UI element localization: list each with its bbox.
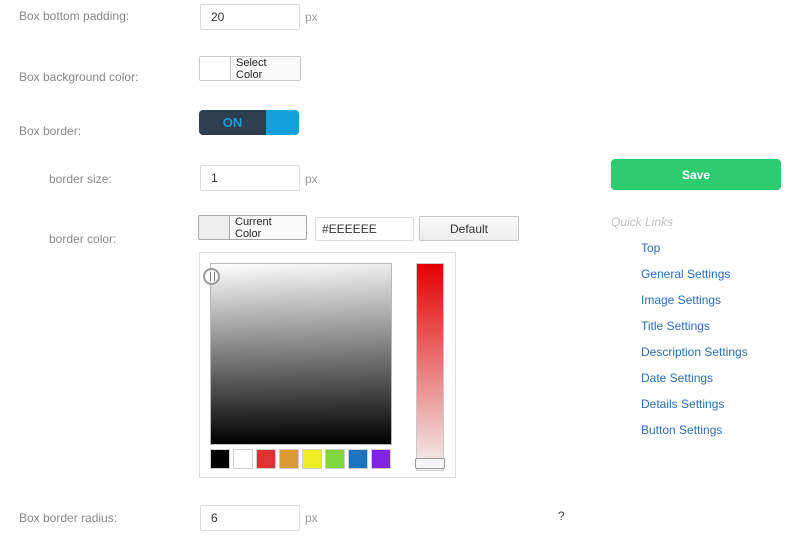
palette-swatch-yellow[interactable] <box>302 449 322 469</box>
palette-swatch-white[interactable] <box>233 449 253 469</box>
current-color-button[interactable]: Current Color <box>198 215 307 240</box>
border-size-input[interactable] <box>200 165 300 191</box>
quick-link-date-settings[interactable]: Date Settings <box>641 371 713 385</box>
box-border-radius-input[interactable] <box>200 505 300 531</box>
palette-swatch-orange[interactable] <box>279 449 299 469</box>
border-color-label: border color: <box>49 232 117 246</box>
box-border-toggle[interactable]: ON <box>199 110 299 135</box>
hue-slider-handle[interactable] <box>415 458 445 469</box>
box-border-label: Box border: <box>19 124 82 138</box>
quick-links-title: Quick Links <box>611 215 674 229</box>
box-bottom-padding-label: Box bottom padding: <box>19 9 130 23</box>
palette-swatch-blue[interactable] <box>348 449 368 469</box>
quick-link-button-settings[interactable]: Button Settings <box>641 423 722 437</box>
box-border-radius-unit: px <box>305 511 318 525</box>
palette-swatch-black[interactable] <box>210 449 230 469</box>
toggle-knob <box>266 110 299 135</box>
quick-link-top[interactable]: Top <box>641 241 660 255</box>
palette-swatch-purple[interactable] <box>371 449 391 469</box>
save-button[interactable]: Save <box>611 159 781 190</box>
color-swatch <box>200 57 231 80</box>
current-color-swatch <box>199 216 230 239</box>
hex-color-input[interactable] <box>315 217 414 241</box>
border-size-label: border size: <box>49 172 112 186</box>
quick-link-description-settings[interactable]: Description Settings <box>641 345 748 359</box>
box-bottom-padding-input[interactable] <box>200 4 300 30</box>
saturation-value-area[interactable] <box>203 263 392 445</box>
palette-swatch-red[interactable] <box>256 449 276 469</box>
color-picker-panel <box>199 252 456 478</box>
help-icon[interactable]: ? <box>558 509 565 523</box>
toggle-on-label: ON <box>199 110 266 135</box>
palette-swatch-green[interactable] <box>325 449 345 469</box>
box-border-radius-label: Box border radius: <box>19 511 118 525</box>
box-background-color-label: Box background color: <box>19 70 139 84</box>
quick-link-image-settings[interactable]: Image Settings <box>641 293 721 307</box>
hue-slider[interactable] <box>415 263 445 471</box>
box-bottom-padding-unit: px <box>305 10 318 24</box>
default-color-button[interactable]: Default <box>419 216 519 241</box>
box-background-color-button[interactable]: Select Color <box>199 56 301 81</box>
select-color-label: Select Color <box>236 56 267 81</box>
saturation-handle[interactable] <box>203 268 220 285</box>
quick-link-title-settings[interactable]: Title Settings <box>641 319 710 333</box>
current-color-label: Current Color <box>235 215 272 240</box>
quick-link-general-settings[interactable]: General Settings <box>641 267 730 281</box>
quick-link-details-settings[interactable]: Details Settings <box>641 397 724 411</box>
border-size-unit: px <box>305 172 318 186</box>
